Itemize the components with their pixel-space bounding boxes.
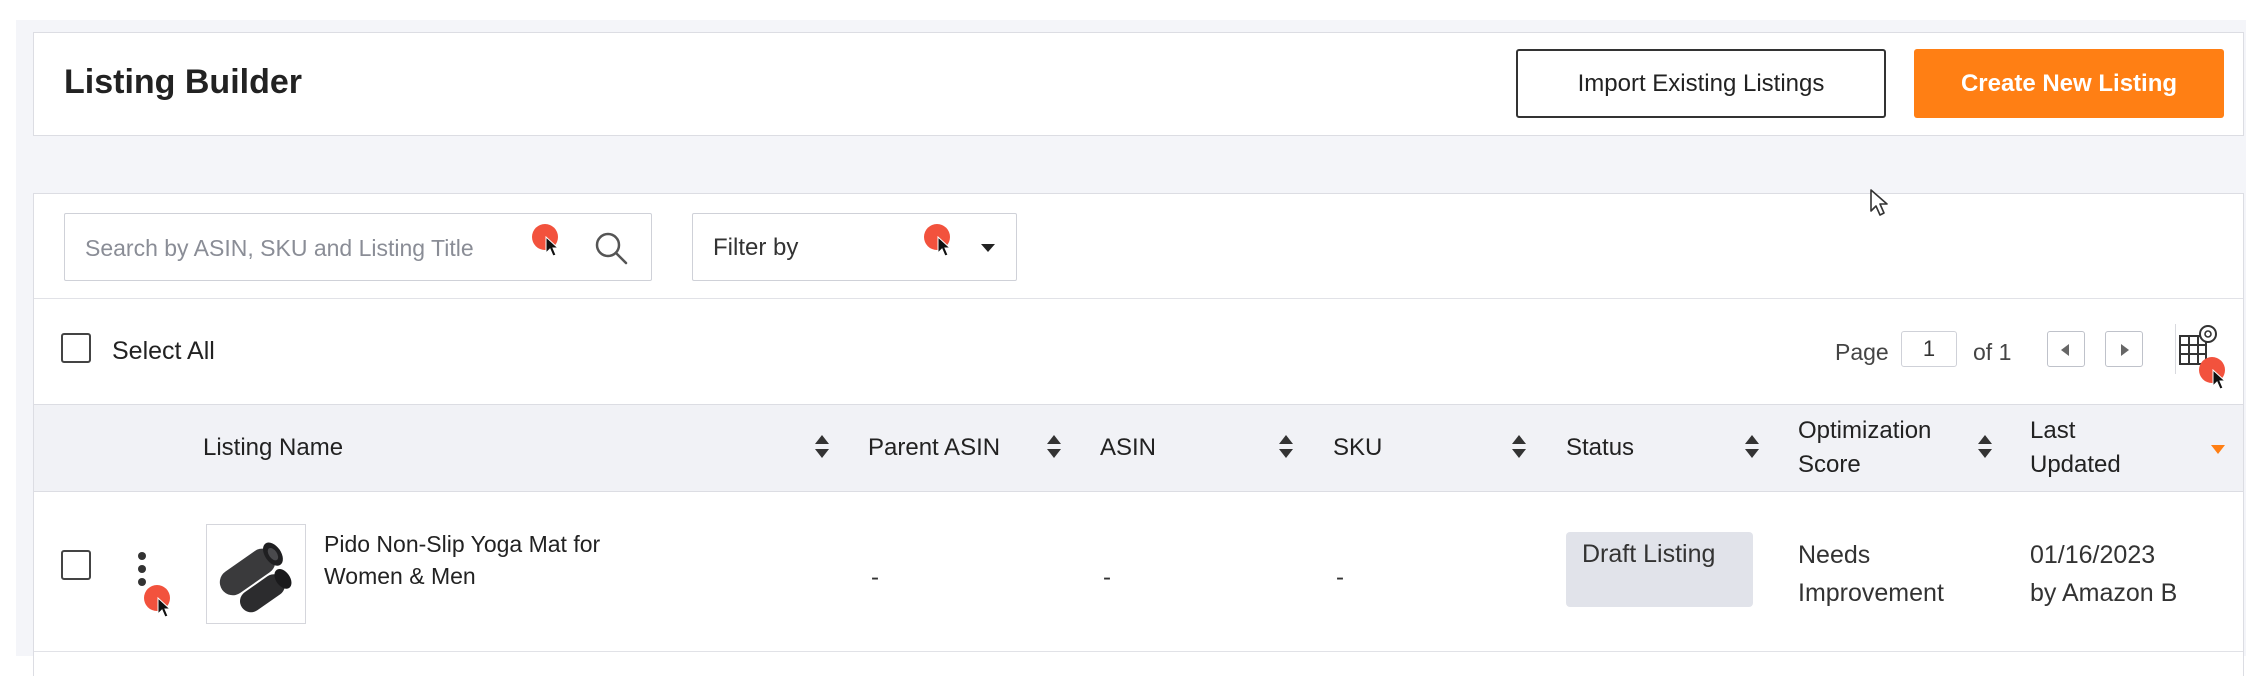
- filter-by-label: Filter by: [713, 234, 799, 261]
- sort-icon[interactable]: [1279, 435, 1293, 463]
- page-label: Page: [1835, 339, 1889, 365]
- cursor-icon: [545, 236, 560, 257]
- column-header-listing-name[interactable]: Listing Name: [203, 405, 343, 491]
- row-checkbox[interactable]: [61, 550, 91, 580]
- page-title: Listing Builder: [64, 63, 302, 101]
- select-all-checkbox[interactable]: [61, 333, 91, 363]
- column-header-sku[interactable]: SKU: [1333, 405, 1382, 491]
- status-badge: Draft Listing: [1566, 532, 1753, 607]
- search-box[interactable]: [64, 213, 652, 282]
- cursor-icon: [937, 236, 952, 257]
- search-icon[interactable]: [593, 230, 629, 266]
- optimization-score-value: Needs Improvement: [1798, 541, 1944, 607]
- listings-panel: Filter by Select All Page 1 of 1 Listing…: [33, 193, 2244, 676]
- listing-builder-header: Listing Builder Import Existing Listings…: [33, 32, 2244, 136]
- last-updated-value: 01/16/2023 by Amazon B: [2030, 536, 2230, 612]
- sku-value: -: [1336, 564, 1344, 591]
- column-header-optimization-score[interactable]: Optimization Score: [1798, 405, 1978, 491]
- kebab-menu-icon[interactable]: [137, 552, 147, 586]
- import-existing-listings-button[interactable]: Import Existing Listings: [1516, 49, 1886, 118]
- previous-page-button[interactable]: [2047, 331, 2085, 367]
- parent-asin-value: -: [871, 564, 879, 591]
- sort-icon[interactable]: [1978, 435, 1992, 463]
- sort-icon[interactable]: [815, 435, 829, 463]
- column-header-last-updated[interactable]: Last Updated: [2030, 405, 2150, 491]
- page-prev-icon: [2061, 344, 2069, 356]
- filter-by-dropdown[interactable]: Filter by: [692, 213, 1017, 281]
- sort-icon[interactable]: [1047, 435, 1061, 463]
- page-number-input[interactable]: 1: [1901, 331, 1957, 367]
- page-total-label: of 1: [1973, 339, 2012, 365]
- table-header: Listing Name Parent ASIN ASIN SKU Status…: [34, 404, 2243, 492]
- column-header-parent-asin[interactable]: Parent ASIN: [868, 405, 1000, 491]
- cursor-icon: [157, 597, 172, 618]
- last-updated-by: by Amazon B: [2030, 579, 2178, 607]
- column-header-status[interactable]: Status: [1566, 405, 1634, 491]
- listing-name[interactable]: Pido Non-Slip Yoga Mat for Women & Men: [324, 528, 664, 592]
- dropdown-caret-icon: [981, 244, 995, 252]
- next-page-button[interactable]: [2105, 331, 2143, 367]
- product-thumbnail: [206, 524, 306, 624]
- mouse-pointer-icon: [1870, 189, 1888, 216]
- asin-value: -: [1103, 564, 1111, 591]
- cursor-icon: [2212, 369, 2227, 390]
- table-row[interactable]: Pido Non-Slip Yoga Mat for Women & Men -…: [34, 492, 2243, 652]
- select-all-label: Select All: [112, 337, 215, 365]
- toolbar-divider: [34, 298, 2243, 299]
- column-header-asin[interactable]: ASIN: [1100, 405, 1156, 491]
- sort-descending-icon[interactable]: [2211, 445, 2225, 454]
- sort-icon[interactable]: [1745, 435, 1759, 463]
- create-new-listing-button[interactable]: Create New Listing: [1914, 49, 2224, 118]
- page-next-icon: [2121, 344, 2129, 356]
- search-input[interactable]: [83, 214, 557, 282]
- last-updated-date: 01/16/2023: [2030, 541, 2156, 569]
- sort-icon[interactable]: [1512, 435, 1526, 463]
